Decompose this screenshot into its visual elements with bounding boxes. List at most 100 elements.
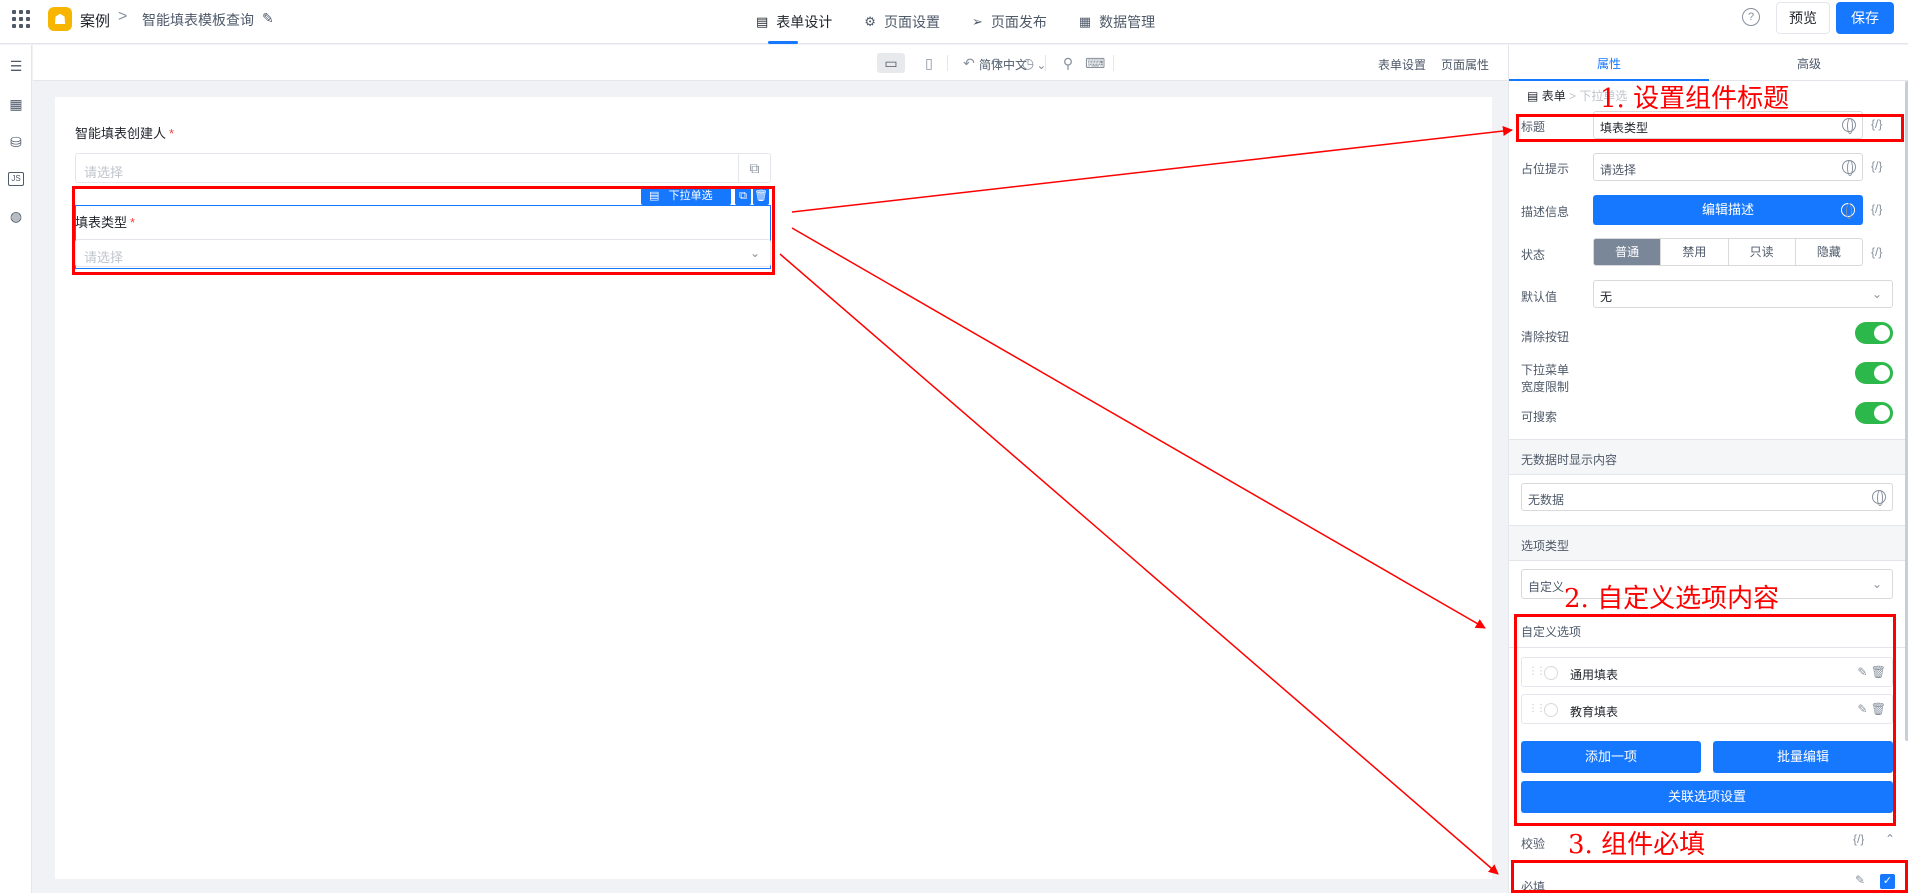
type-select[interactable]: 请选择 ⌄: [75, 239, 771, 267]
searchable-toggle[interactable]: [1855, 402, 1893, 424]
tab-label: 页面设置: [883, 14, 940, 30]
edit-description-button[interactable]: 编辑描述: [1593, 195, 1863, 225]
drag-handle-icon[interactable]: ⋮⋮: [1528, 703, 1546, 714]
required-checkbox[interactable]: ✓: [1880, 874, 1895, 889]
status-disabled[interactable]: 禁用: [1661, 239, 1729, 265]
title-input[interactable]: 填表类型: [1593, 111, 1863, 139]
components-icon[interactable]: ▦: [5, 93, 27, 115]
tab-page-settings[interactable]: ⚙ 页面设置: [848, 0, 956, 44]
fx-icon[interactable]: {/}: [1871, 202, 1882, 216]
tab-properties[interactable]: 属性: [1597, 55, 1621, 72]
delete-icon[interactable]: 🗑: [1871, 665, 1886, 679]
tab-label: 表单设计: [776, 14, 833, 30]
chevron-down-icon: ⌄: [1871, 287, 1882, 301]
selected-component[interactable]: ▤ 下拉单选 ⧉ 🗑 填表类型 * 请选择 ⌄: [75, 187, 771, 269]
creator-select[interactable]: 请选择 ⧉: [75, 153, 771, 183]
desktop-view-icon[interactable]: ▭: [877, 53, 905, 73]
file-icon: ▤: [756, 14, 769, 29]
globe-icon[interactable]: [1842, 118, 1856, 134]
field-type-label: 填表类型 *: [75, 212, 135, 231]
component-type-tag: ▤ 下拉单选: [641, 187, 731, 205]
edit-icon[interactable]: ✎: [1855, 873, 1865, 887]
edit-icon[interactable]: ✎: [1857, 702, 1867, 716]
app-name[interactable]: 案例: [80, 10, 110, 31]
option-item[interactable]: ⋮⋮ 通用填表 ✎ 🗑: [1521, 657, 1893, 687]
properties-panel: 属性 高级 ▤ 表单 > 下拉单选 标题 填表类型 {/} 占位提示 请选择 {…: [1508, 45, 1908, 893]
fx-icon[interactable]: {/}: [1871, 159, 1882, 173]
annotation-step3: 3. 组件必填: [1568, 830, 1706, 860]
nodata-section-label: 无数据时显示内容: [1521, 453, 1618, 467]
globe-icon[interactable]: [1872, 490, 1886, 506]
js-icon[interactable]: JS: [8, 172, 24, 186]
option-type-label: 选项类型: [1521, 539, 1570, 553]
tab-data-management[interactable]: ▦ 数据管理: [1063, 0, 1171, 44]
width-limit-toggle[interactable]: [1855, 362, 1893, 384]
field-label-text: 智能填表创建人: [75, 126, 167, 141]
placeholder-label: 占位提示: [1521, 162, 1570, 176]
title-label: 标题: [1521, 120, 1546, 134]
save-button[interactable]: 保存: [1836, 2, 1894, 34]
panel-tabs: 属性 高级: [1509, 45, 1908, 81]
field-creator-label: 智能填表创建人 *: [75, 123, 174, 142]
width-limit-label: 下拉菜单 宽度限制: [1521, 361, 1569, 395]
nodata-input[interactable]: 无数据: [1521, 483, 1893, 511]
help-icon[interactable]: ?: [1742, 8, 1760, 26]
batch-edit-button[interactable]: 批量编辑: [1713, 741, 1893, 773]
tab-form-design[interactable]: ▤ 表单设计: [740, 0, 848, 44]
tab-advanced[interactable]: 高级: [1797, 55, 1821, 72]
app-grid-icon[interactable]: [12, 10, 30, 28]
tab-label: 页面发布: [990, 14, 1047, 30]
history-icon[interactable]: ◷: [1018, 53, 1038, 73]
status-hidden[interactable]: 隐藏: [1796, 239, 1862, 265]
redo-icon[interactable]: ↷: [987, 53, 1007, 73]
divider: [1113, 55, 1114, 71]
chevron-down-icon: ⌄: [1871, 577, 1882, 591]
undo-icon[interactable]: ↶: [959, 53, 979, 73]
edit-icon[interactable]: ✎: [262, 10, 274, 27]
datasource-icon[interactable]: ⛁: [5, 131, 27, 153]
globe-icon[interactable]: ◍: [5, 205, 27, 227]
form-settings-link[interactable]: 表单设置: [1378, 56, 1426, 73]
fx-icon[interactable]: {/}: [1853, 832, 1864, 846]
placeholder-input[interactable]: 请选择: [1593, 153, 1863, 181]
outline-icon[interactable]: ☰: [5, 55, 27, 77]
option-item[interactable]: ⋮⋮ 教育填表 ✎ 🗑: [1521, 694, 1893, 724]
edit-icon[interactable]: ✎: [1857, 665, 1867, 679]
linked-options-button[interactable]: 关联选项设置: [1521, 781, 1893, 813]
delete-icon[interactable]: 🗑: [1871, 702, 1886, 716]
globe-icon[interactable]: [1842, 160, 1856, 176]
search-icon[interactable]: ⚲: [1058, 53, 1078, 73]
add-option-button[interactable]: 添加一项: [1521, 741, 1701, 773]
required-mark: *: [130, 215, 136, 230]
chevron-right-icon: >: [118, 8, 128, 25]
copy-icon[interactable]: ⧉: [738, 154, 770, 182]
globe-icon[interactable]: [1841, 203, 1855, 219]
mobile-view-icon[interactable]: ▯: [919, 53, 939, 73]
copy-icon[interactable]: ⧉: [735, 187, 751, 205]
status-readonly[interactable]: 只读: [1729, 239, 1796, 265]
drag-handle-icon[interactable]: ⋮⋮: [1528, 666, 1546, 677]
fx-icon[interactable]: {/}: [1871, 245, 1882, 259]
page-props-link[interactable]: 页面属性: [1441, 56, 1489, 73]
page-title: 智能填表模板查询: [142, 12, 254, 28]
chevron-up-icon[interactable]: ⌃: [1885, 832, 1895, 846]
option-text: 教育填表: [1570, 705, 1619, 719]
tab-page-publish[interactable]: ➢ 页面发布: [956, 0, 1063, 44]
crumb-form[interactable]: 表单: [1542, 89, 1566, 103]
delete-icon[interactable]: 🗑: [753, 187, 769, 205]
default-select[interactable]: 无 ⌄: [1593, 280, 1893, 308]
clear-toggle[interactable]: [1855, 322, 1893, 344]
fx-icon[interactable]: {/}: [1871, 117, 1882, 131]
default-label: 默认值: [1521, 290, 1558, 304]
required-label: 必填: [1521, 880, 1546, 893]
status-normal[interactable]: 普通: [1594, 239, 1662, 265]
preview-button[interactable]: 预览: [1776, 2, 1830, 34]
tab-label: 数据管理: [1099, 14, 1156, 30]
keyboard-icon[interactable]: ⌨: [1085, 53, 1105, 73]
form-canvas: 智能填表创建人 * 请选择 ⧉ ▤ 下拉单选 ⧉ 🗑 填表类型 * 请选择 ⌄: [55, 97, 1492, 879]
validate-label: 校验: [1521, 837, 1546, 851]
desc-label: 描述信息: [1521, 205, 1570, 219]
divider: [1045, 55, 1046, 71]
radio-icon: [1544, 703, 1558, 717]
custom-options-label: 自定义选项: [1521, 625, 1582, 639]
